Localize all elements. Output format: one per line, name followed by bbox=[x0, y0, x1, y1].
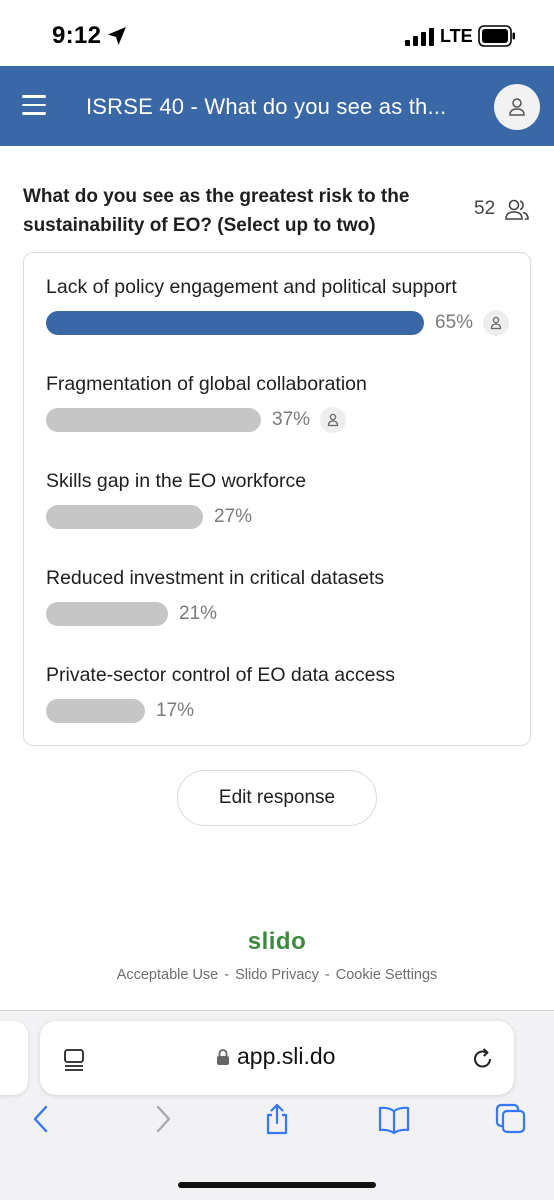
result-bar bbox=[46, 699, 145, 723]
footer-links: Acceptable Use - Slido Privacy - Cookie Sett… bbox=[0, 967, 554, 983]
cookie-settings-link[interactable]: Cookie Settings bbox=[336, 967, 438, 983]
app-header: ISRSE 40 - What do you see as th... bbox=[0, 66, 554, 146]
poll-option: Skills gap in the EO workforce 27% bbox=[46, 469, 516, 531]
option-label: Lack of policy engagement and political … bbox=[46, 276, 457, 298]
previous-tab-preview[interactable] bbox=[0, 1021, 28, 1095]
poll-results-card: Lack of policy engagement and political … bbox=[23, 252, 531, 746]
share-icon[interactable] bbox=[261, 1103, 293, 1135]
poll-option: Reduced investment in critical datasets 2… bbox=[46, 566, 516, 628]
network-type: LTE bbox=[440, 26, 473, 46]
option-label: Private-sector control of EO data access bbox=[46, 664, 395, 686]
result-bar-row: 37% bbox=[46, 407, 516, 434]
result-bar-row: 65% bbox=[46, 310, 516, 337]
battery-icon bbox=[478, 25, 515, 47]
result-bar bbox=[46, 408, 261, 432]
poll-option: Lack of policy engagement and political … bbox=[46, 275, 516, 337]
participant-count: 52 bbox=[474, 198, 496, 219]
result-bar-row: 21% bbox=[46, 602, 516, 628]
tabs-icon[interactable] bbox=[62, 1048, 86, 1072]
result-bar bbox=[46, 311, 424, 335]
home-indicator bbox=[178, 1182, 376, 1188]
percent-label: 21% bbox=[179, 603, 218, 624]
percent-label: 37% bbox=[272, 409, 311, 430]
participants-icon bbox=[505, 199, 529, 220]
percent-label: 27% bbox=[214, 506, 253, 527]
voted-user-icon bbox=[320, 407, 346, 433]
slido-privacy-link[interactable]: Slido Privacy bbox=[235, 967, 319, 983]
acceptable-use-link[interactable]: Acceptable Use bbox=[117, 967, 219, 983]
percent-label: 65% bbox=[435, 312, 474, 333]
poll-question: What do you see as the greatest risk to … bbox=[23, 186, 410, 236]
address-bar[interactable]: app.sli.do bbox=[40, 1021, 514, 1095]
poll-option: Private-sector control of EO data access… bbox=[46, 663, 516, 725]
tab-overview-icon[interactable] bbox=[495, 1103, 527, 1135]
option-label: Skills gap in the EO workforce bbox=[46, 470, 307, 492]
footer-separator: - bbox=[324, 967, 330, 983]
result-bar-row: 27% bbox=[46, 505, 516, 531]
option-label: Fragmentation of global collaboration bbox=[46, 373, 367, 395]
user-icon bbox=[509, 98, 525, 116]
url-text: app.sli.do bbox=[237, 1043, 336, 1069]
edit-response-button[interactable]: Edit response bbox=[177, 770, 377, 826]
footer-separator: - bbox=[224, 967, 230, 983]
lock-icon bbox=[217, 1049, 229, 1065]
percent-label: 17% bbox=[156, 700, 195, 721]
slido-logo: slido bbox=[247, 928, 307, 955]
result-bar bbox=[46, 602, 168, 626]
back-icon[interactable] bbox=[26, 1103, 58, 1135]
browser-toolbar: app.sli.do bbox=[0, 1010, 554, 1200]
result-bar bbox=[46, 505, 203, 529]
page-title: ISRSE 40 - What do you see as th... bbox=[86, 94, 447, 119]
option-label: Reduced investment in critical datasets bbox=[46, 567, 385, 589]
location-arrow-icon bbox=[108, 27, 126, 45]
voted-user-icon bbox=[483, 310, 509, 336]
status-time: 9:12 bbox=[52, 22, 102, 49]
result-bar-row: 17% bbox=[46, 699, 516, 725]
menu-icon[interactable] bbox=[22, 95, 46, 117]
signal-icon bbox=[405, 28, 434, 46]
bookmarks-icon[interactable] bbox=[378, 1103, 410, 1135]
forward-icon[interactable] bbox=[146, 1103, 178, 1135]
reload-icon[interactable] bbox=[470, 1046, 496, 1072]
avatar[interactable] bbox=[494, 84, 540, 130]
status-bar: 9:12 LTE bbox=[0, 0, 554, 66]
poll-option: Fragmentation of global collaboration 37% bbox=[46, 372, 516, 434]
